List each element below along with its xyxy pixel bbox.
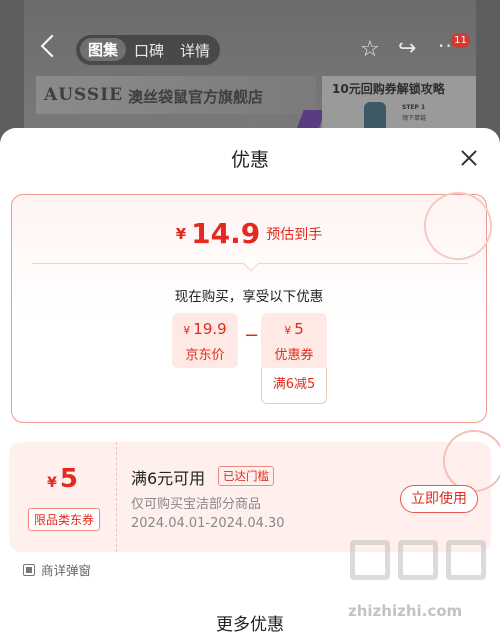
discount-rule: 满6减5: [261, 368, 327, 404]
currency-symbol: ¥: [183, 324, 191, 337]
coupon-value-panel: ¥5 限品类东券: [9, 442, 117, 552]
coupon-type-badge: 限品类东券: [28, 508, 101, 531]
base-price-label: 京东价: [185, 348, 225, 363]
sheet-title: 优惠: [230, 149, 269, 171]
minus-sign: −: [244, 325, 260, 346]
share-icon[interactable]: ↪: [398, 36, 416, 61]
coupon-condition: 满6元可用: [131, 469, 206, 488]
divider-notch: [242, 254, 260, 272]
checkbox-icon[interactable]: [23, 564, 35, 576]
currency-symbol: ¥: [47, 475, 57, 491]
brand-logo: AUSSIE: [44, 85, 124, 105]
coupon-value: ¥5: [9, 464, 116, 494]
base-price-box: ¥19.9 京东价: [172, 313, 238, 368]
promo-title: 10元回购券解锁攻略: [332, 82, 445, 96]
final-price-value: 14.9: [191, 217, 261, 250]
price-summary-card: ¥14.9 预估到手 现在购买，享受以下优惠 ¥19.9 京东价 − ¥5 优惠券…: [11, 194, 487, 423]
currency-symbol: ¥: [284, 324, 292, 337]
final-price: ¥14.9 预估到手: [12, 217, 486, 250]
store-banner[interactable]: AUSSIE 澳丝袋鼠官方旗舰店: [36, 76, 316, 114]
tab-gallery[interactable]: 图集: [80, 38, 127, 61]
currency-symbol: ¥: [175, 225, 187, 243]
coupon-scope: 仅可购买宝洁部分商品: [131, 497, 262, 512]
discount-label: 优惠券: [274, 348, 314, 363]
watermark-logo: [350, 540, 495, 592]
coupon-validity: 2024.04.01-2024.04.30: [131, 516, 285, 531]
promo-step-text: 领下单链: [402, 115, 427, 122]
tab-details[interactable]: 详情: [180, 40, 210, 61]
store-name: 澳丝袋鼠官方旗舰店: [128, 88, 264, 106]
use-now-button[interactable]: 立即使用: [400, 485, 478, 513]
threshold-reached-badge: 已达门槛: [218, 466, 274, 486]
coupon-amount: 5: [59, 464, 78, 494]
base-price-value: 19.9: [193, 320, 227, 338]
gallery-tab-bar: 图集 口碑 详情: [76, 35, 220, 65]
coupon-card: ¥5 限品类东券 满6元可用 已达门槛 仅可购买宝洁部分商品 2024.04.0…: [9, 421, 500, 552]
popup-option-row[interactable]: 商详弹窗: [23, 560, 91, 579]
notification-badge: 11: [451, 33, 470, 48]
watermark-text: zhizhizhi.com: [348, 602, 463, 620]
discount-intro: 现在购买，享受以下优惠: [174, 289, 324, 305]
popup-option-label: 商详弹窗: [41, 563, 92, 578]
discount-value: 5: [294, 320, 304, 338]
final-price-label: 预估到手: [266, 227, 323, 243]
favorite-star-icon[interactable]: ☆: [360, 37, 380, 62]
promo-step: STEP 1: [402, 104, 426, 111]
tab-reviews[interactable]: 口碑: [134, 40, 164, 61]
coupon-discount-box: ¥5 优惠券: [261, 313, 327, 368]
close-icon[interactable]: [456, 146, 482, 172]
